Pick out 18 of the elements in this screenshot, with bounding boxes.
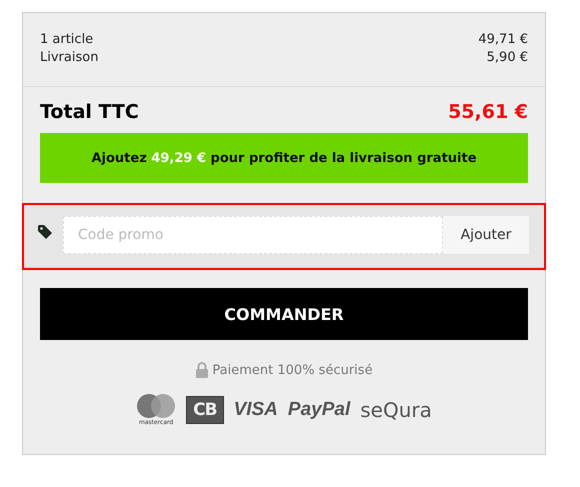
summary-value: 49,71 € — [478, 31, 528, 48]
secure-payment-text: Paiement 100% sécurisé — [212, 362, 373, 378]
promo-code-field[interactable]: Code promo — [63, 216, 443, 254]
tag-icon — [37, 224, 53, 240]
cb-logo: CB — [186, 396, 224, 424]
visa-logo: VISA — [234, 399, 278, 421]
paypal-logo: PayPal — [288, 399, 350, 421]
total-label: Total TTC — [40, 101, 139, 123]
summary-label: Livraison — [40, 49, 98, 66]
sequra-logo: seQura — [360, 398, 432, 422]
circles-icon — [136, 394, 176, 418]
total-value: 55,61 € — [448, 101, 528, 123]
add-button[interactable]: Ajouter — [443, 216, 529, 254]
lock-icon — [195, 362, 210, 378]
summary-value: 5,90 € — [486, 49, 528, 66]
checkout-button[interactable]: COMMANDER — [40, 288, 528, 340]
summary-label: 1 article — [40, 31, 94, 48]
free-shipping-banner: Ajoutez 49,29 € pour profiter de la livraison gratuite — [40, 133, 528, 183]
